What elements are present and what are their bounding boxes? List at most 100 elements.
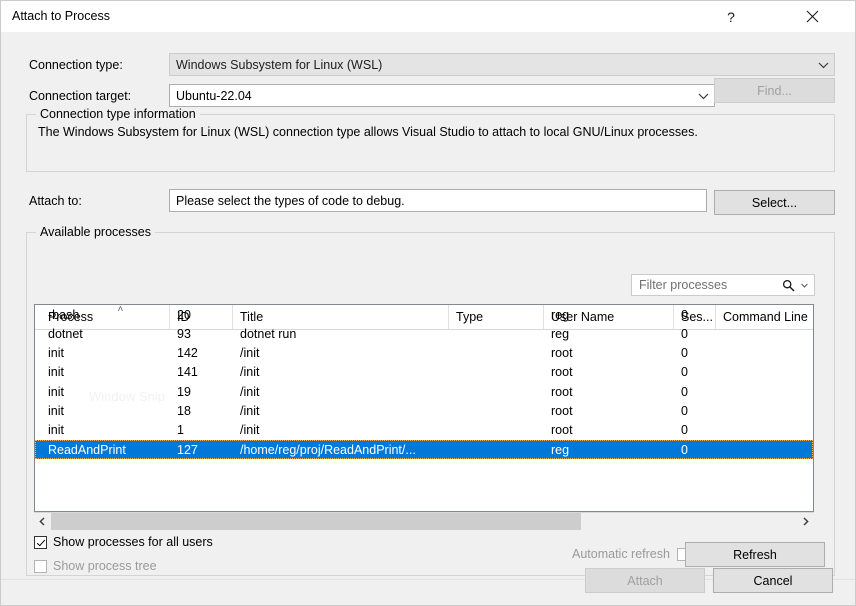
- connection-target-label: Connection target:: [29, 89, 131, 103]
- process-cell-id: 141: [170, 363, 233, 382]
- process-cell-process: init: [41, 344, 170, 363]
- process-cell-title: /init: [233, 421, 449, 440]
- chevron-down-icon: [812, 54, 834, 75]
- connection-type-combo[interactable]: Windows Subsystem for Linux (WSL): [169, 53, 835, 76]
- process-cell-session: 0: [674, 324, 716, 343]
- title-bar: Attach to Process ?: [1, 1, 855, 33]
- process-cell-session: 0: [674, 382, 716, 401]
- cancel-button[interactable]: Cancel: [713, 568, 833, 593]
- connection-type-value: Windows Subsystem for Linux (WSL): [170, 58, 812, 72]
- show-process-tree-checkbox[interactable]: Show process tree: [34, 559, 157, 573]
- process-cell-command: [716, 440, 814, 459]
- process-cell-process: dotnet: [41, 324, 170, 343]
- window-title: Attach to Process: [12, 9, 110, 23]
- process-cell-command: [716, 363, 814, 382]
- process-row[interactable]: ReadAndPrint127/home/reg/proj/ReadAndPri…: [35, 440, 813, 459]
- horizontal-scrollbar[interactable]: [34, 512, 814, 529]
- process-cell-command: [716, 305, 814, 324]
- process-cell-command: [716, 402, 814, 421]
- process-row[interactable]: init19/init root0: [35, 382, 813, 401]
- process-cell-process: ReadAndPrint: [41, 440, 170, 459]
- process-cell-type: [449, 382, 544, 401]
- process-cell-user: root: [544, 421, 674, 440]
- connection-target-value: Ubuntu-22.04: [170, 89, 692, 103]
- show-process-tree-label: Show process tree: [53, 559, 157, 573]
- process-cell-user: reg: [544, 440, 674, 459]
- process-cell-type: [449, 440, 544, 459]
- available-processes-title: Available processes: [36, 225, 155, 239]
- filter-processes-input[interactable]: Filter processes: [631, 274, 815, 296]
- process-cell-process: init: [41, 421, 170, 440]
- process-cell-type: [449, 402, 544, 421]
- process-cell-session: 0: [674, 421, 716, 440]
- find-button[interactable]: Find...: [714, 78, 835, 103]
- attach-to-process-dialog: Attach to Process ? Connection type: Win…: [0, 0, 856, 606]
- process-cell-title: /init: [233, 382, 449, 401]
- help-button[interactable]: ?: [708, 1, 754, 32]
- process-cell-session: 0: [674, 402, 716, 421]
- process-row[interactable]: init18/initroot0: [35, 402, 813, 421]
- process-cell-session: 0: [674, 305, 716, 324]
- automatic-refresh-checkbox[interactable]: Automatic refresh: [572, 547, 690, 561]
- process-list[interactable]: Process˄IDTitleTypeUser NameSes...Comman…: [34, 304, 814, 512]
- connection-target-combo[interactable]: Ubuntu-22.04: [169, 84, 715, 107]
- process-cell-session: 0: [674, 363, 716, 382]
- process-cell-type: [449, 344, 544, 363]
- attach-to-label: Attach to:: [29, 194, 82, 208]
- process-cell-title: /init: [233, 402, 449, 421]
- process-cell-type: [449, 324, 544, 343]
- scrollbar-track[interactable]: [51, 513, 797, 530]
- process-cell-process: init: [41, 382, 170, 401]
- process-cell-process: init: [41, 402, 170, 421]
- process-cell-title: /home/reg/proj/ReadAndPrint/...: [233, 440, 449, 459]
- scrollbar-thumb[interactable]: [51, 513, 581, 530]
- process-cell-user: root: [544, 344, 674, 363]
- process-cell-process: -bash: [41, 305, 170, 324]
- process-row[interactable]: init141/init root0: [35, 363, 813, 382]
- process-cell-id: 20: [170, 305, 233, 324]
- connection-type-information-title: Connection type information: [36, 107, 200, 121]
- process-row[interactable]: init142/initroot0: [35, 344, 813, 363]
- scroll-left-arrow-icon[interactable]: [34, 513, 51, 530]
- process-cell-title: [233, 305, 449, 324]
- process-cell-command: [716, 324, 814, 343]
- automatic-refresh-label: Automatic refresh: [572, 547, 670, 561]
- filter-placeholder: Filter processes: [632, 278, 778, 292]
- checkbox-box: [34, 560, 47, 573]
- show-processes-for-all-users-label: Show processes for all users: [53, 535, 213, 549]
- process-cell-user: root: [544, 402, 674, 421]
- process-cell-type: [449, 305, 544, 324]
- process-cell-command: [716, 382, 814, 401]
- process-cell-user: root: [544, 382, 674, 401]
- process-cell-session: 0: [674, 440, 716, 459]
- process-cell-id: 1: [170, 421, 233, 440]
- process-cell-session: 0: [674, 344, 716, 363]
- attach-to-field[interactable]: Please select the types of code to debug…: [169, 189, 707, 212]
- scroll-right-arrow-icon[interactable]: [797, 513, 814, 530]
- refresh-button[interactable]: Refresh: [685, 542, 825, 567]
- search-icon[interactable]: [778, 279, 798, 292]
- process-cell-title: /init: [233, 363, 449, 382]
- attach-button[interactable]: Attach: [585, 568, 705, 593]
- process-row[interactable]: dotnet93dotnet runreg0: [35, 324, 813, 343]
- chevron-down-icon: [692, 85, 714, 106]
- close-button[interactable]: [789, 1, 836, 32]
- show-processes-for-all-users-checkbox[interactable]: Show processes for all users: [34, 535, 213, 549]
- connection-type-information-text: The Windows Subsystem for Linux (WSL) co…: [38, 125, 698, 139]
- process-cell-id: 19: [170, 382, 233, 401]
- process-cell-command: [716, 421, 814, 440]
- dialog-body: Connection type: Windows Subsystem for L…: [1, 32, 855, 605]
- process-cell-user: root: [544, 363, 674, 382]
- chevron-down-icon[interactable]: [798, 283, 814, 288]
- connection-type-information-group: Connection type information The Windows …: [26, 114, 835, 172]
- process-cell-type: [449, 363, 544, 382]
- close-icon: [806, 10, 819, 23]
- process-cell-user: reg: [544, 324, 674, 343]
- process-cell-title: /init: [233, 344, 449, 363]
- process-cell-process: init: [41, 363, 170, 382]
- process-row[interactable]: -bash20reg0: [35, 305, 813, 324]
- process-cell-id: 127: [170, 440, 233, 459]
- process-row[interactable]: init1/init root0: [35, 421, 813, 440]
- select-button[interactable]: Select...: [714, 190, 835, 215]
- process-cell-command: [716, 344, 814, 363]
